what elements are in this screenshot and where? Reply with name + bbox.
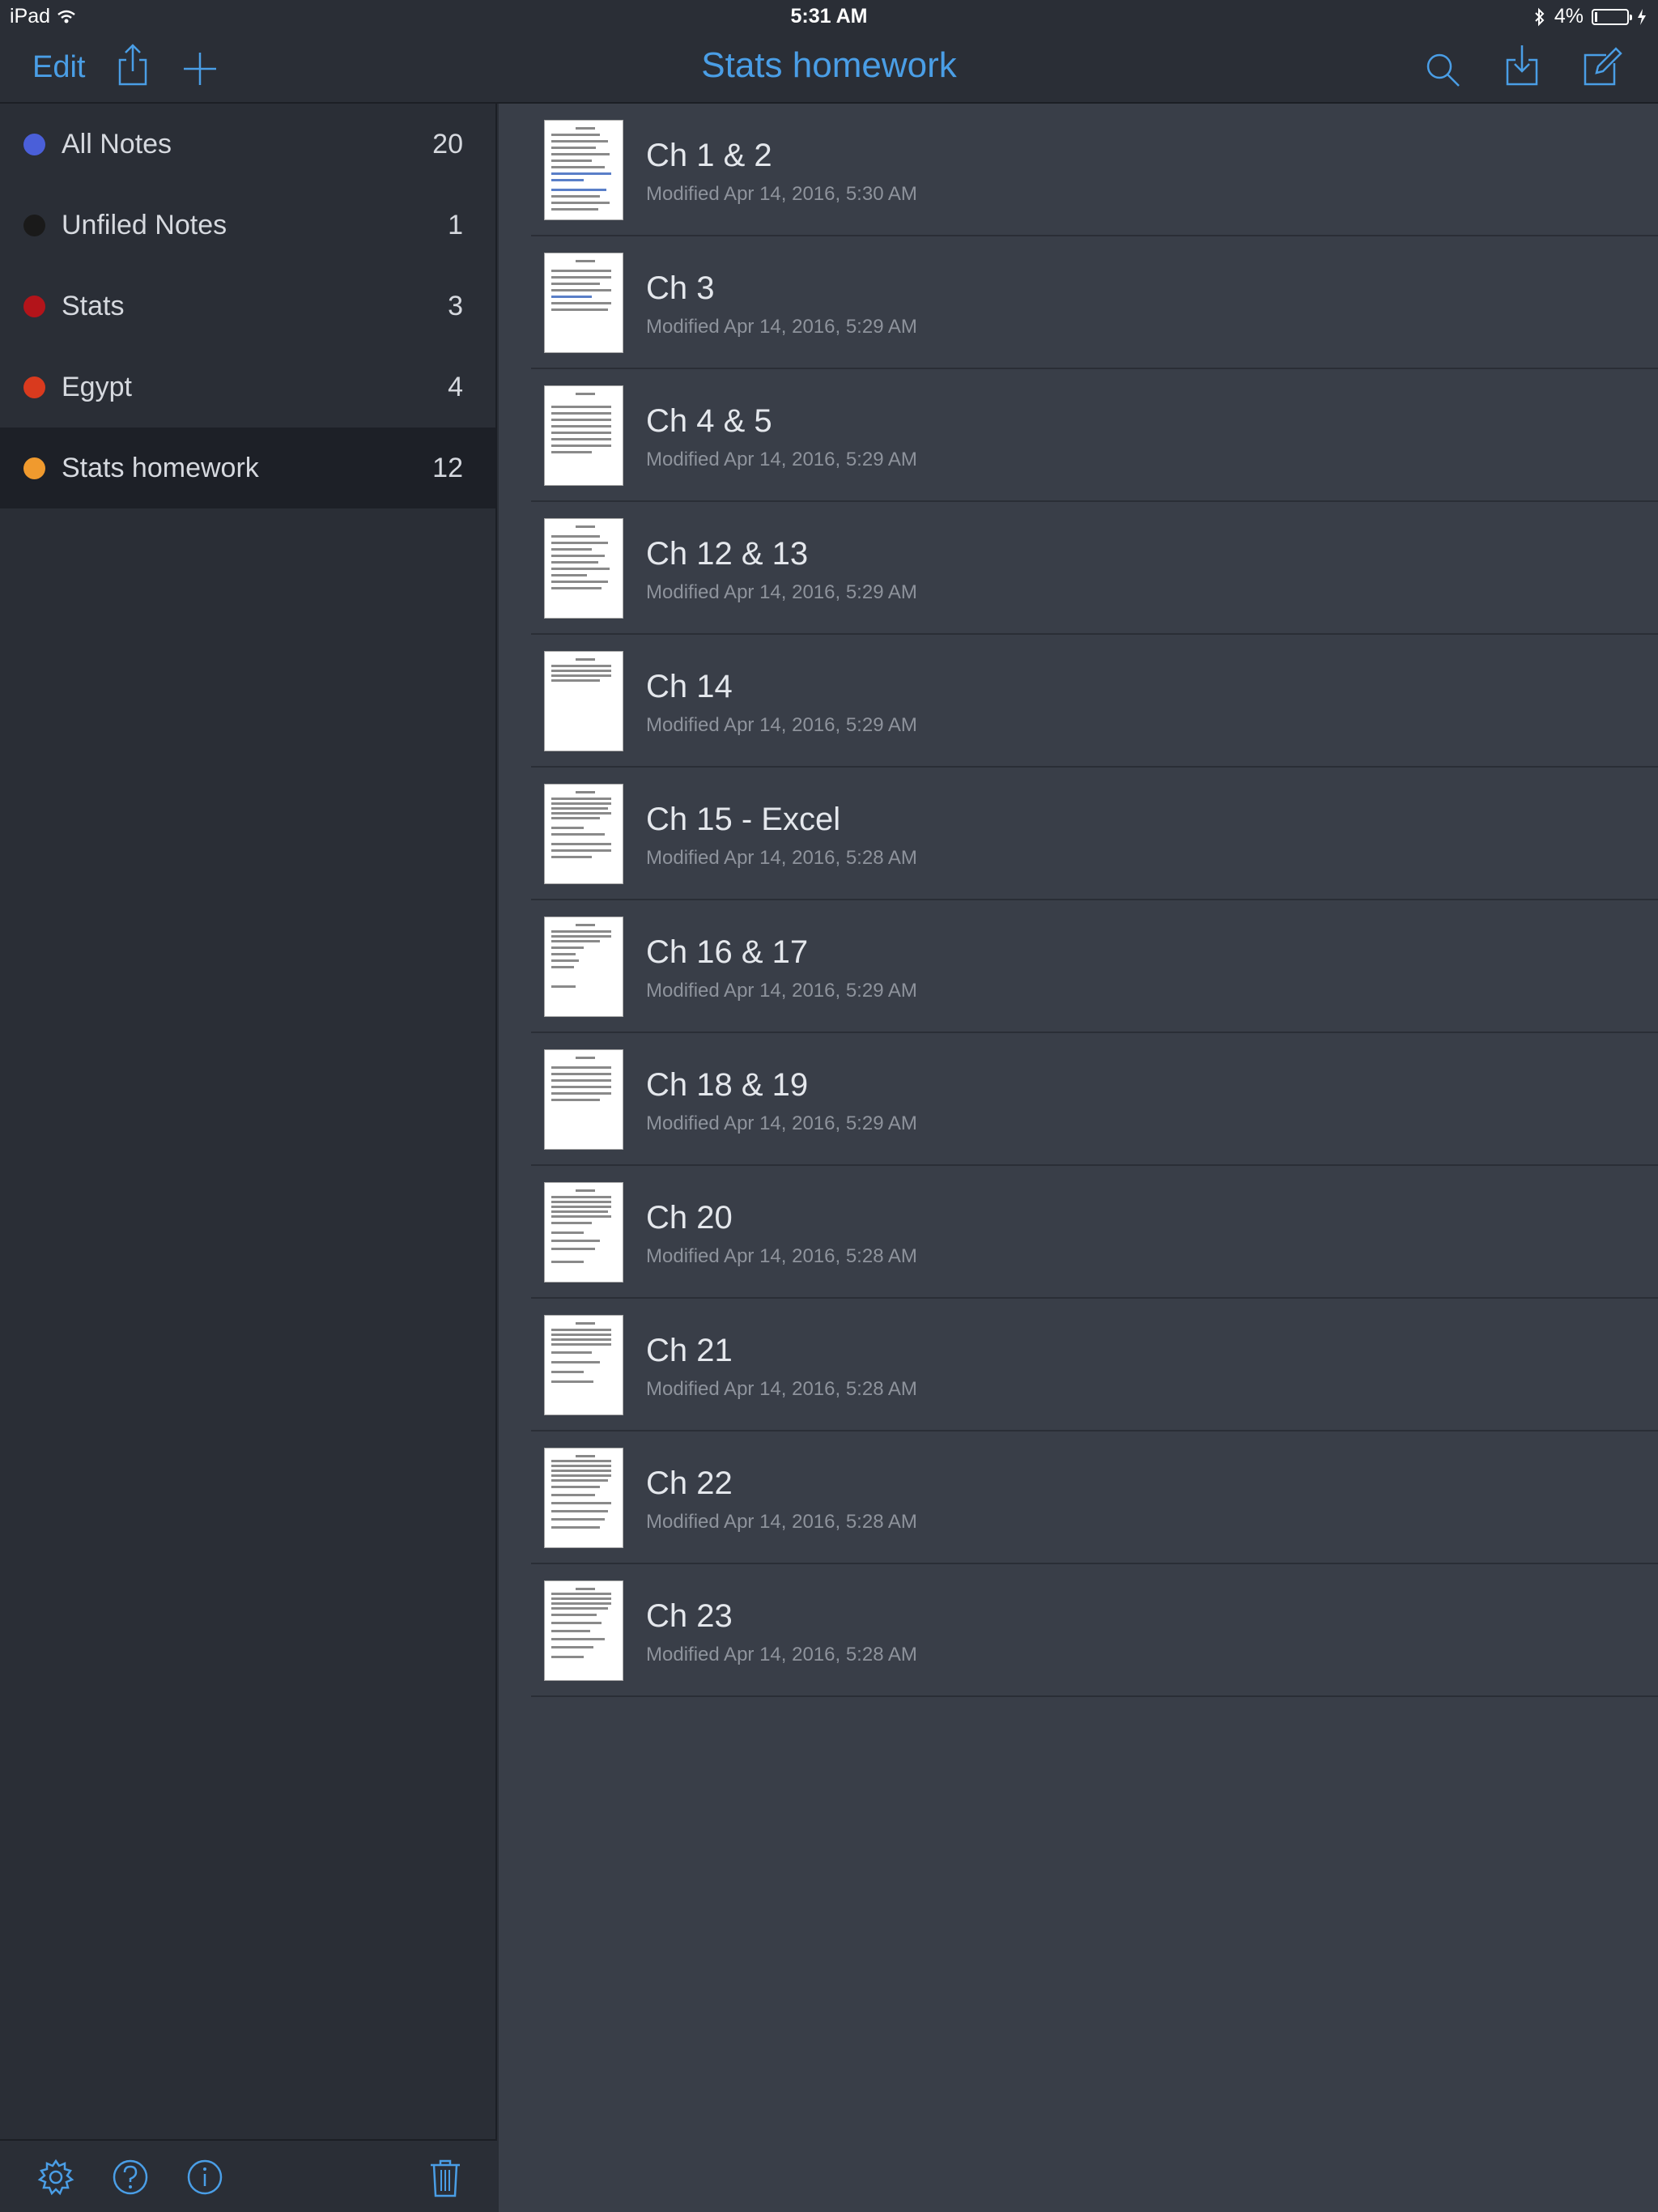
note-title: Ch 15 - Excel [646,802,841,837]
note-row[interactable]: Ch 20 Modified Apr 14, 2016, 5:28 AM [531,1166,1658,1299]
note-modified-date: Modified Apr 14, 2016, 5:29 AM [646,316,917,338]
note-row[interactable]: Ch 23 Modified Apr 14, 2016, 5:28 AM [531,1564,1658,1697]
compose-icon [1584,47,1622,86]
help-icon [113,2159,148,2195]
search-icon [1426,53,1460,87]
folder-color-dot [23,457,45,479]
note-row[interactable]: Ch 21 Modified Apr 14, 2016, 5:28 AM [531,1299,1658,1431]
navigation-bar: Edit Stats homework [0,34,1658,104]
note-thumbnail [544,1448,623,1548]
import-button[interactable] [1504,44,1540,86]
note-title: Ch 20 [646,1200,733,1236]
page-title: Stats homework [701,45,957,85]
note-modified-date: Modified Apr 14, 2016, 5:29 AM [646,980,917,1002]
trash-icon [431,2159,460,2197]
note-thumbnail [544,917,623,1017]
status-time: 5:31 AM [790,5,868,28]
note-thumbnail [544,1049,623,1150]
note-row[interactable]: Ch 1 & 2 Modified Apr 14, 2016, 5:30 AM [531,104,1658,236]
note-title: Ch 3 [646,270,715,306]
note-modified-date: Modified Apr 14, 2016, 5:28 AM [646,1644,917,1665]
note-row[interactable]: Ch 22 Modified Apr 14, 2016, 5:28 AM [531,1431,1658,1564]
status-bar: iPad 5:31 AM 4% [0,0,1658,34]
note-title: Ch 16 & 17 [646,934,809,970]
folder-name: Stats homework [62,452,259,483]
settings-button[interactable] [37,2159,74,2200]
sidebar-item-egypt[interactable]: Egypt 4 [0,347,495,428]
note-modified-date: Modified Apr 14, 2016, 5:29 AM [646,714,917,736]
note-title: Ch 23 [646,1598,733,1634]
note-thumbnail [544,120,623,220]
note-thumbnail [544,784,623,884]
note-thumbnail [544,1182,623,1283]
note-thumbnail [544,1315,623,1415]
folder-count: 20 [432,128,463,160]
folder-color-dot [23,376,45,398]
note-modified-date: Modified Apr 14, 2016, 5:28 AM [646,1511,917,1533]
folder-color-dot [23,214,45,236]
note-row[interactable]: Ch 12 & 13 Modified Apr 14, 2016, 5:29 AM [531,502,1658,635]
folder-name: All Notes [62,128,172,160]
settings-icon [37,2159,74,2196]
note-row[interactable]: Ch 16 & 17 Modified Apr 14, 2016, 5:29 AM [531,900,1658,1033]
folder-count: 12 [432,452,463,483]
note-title: Ch 1 & 2 [646,138,772,173]
info-button[interactable] [186,2159,223,2200]
folder-name: Stats [62,290,125,321]
folder-name: Egypt [62,371,132,402]
status-right: 4% [1533,5,1647,28]
charging-icon [1638,8,1646,25]
folder-name: Unfiled Notes [62,209,227,240]
battery-percent: 4% [1554,5,1584,28]
note-row[interactable]: Ch 14 Modified Apr 14, 2016, 5:29 AM [531,635,1658,768]
note-thumbnail [544,518,623,619]
info-icon [187,2159,223,2195]
help-button[interactable] [112,2159,149,2200]
folder-color-dot [23,133,45,155]
note-title: Ch 4 & 5 [646,403,772,439]
sidebar-item-all-notes[interactable]: All Notes 20 [0,104,495,185]
import-icon [1506,45,1538,86]
note-thumbnail [544,253,623,353]
sidebar: All Notes 20 Unfiled Notes 1 Stats 3 Egypt 4 Sta… [0,104,497,2212]
folder-count: 3 [448,290,463,321]
sidebar-toolbar [0,2139,497,2212]
folder-count: 1 [448,209,463,240]
trash-button[interactable] [429,2159,461,2201]
note-row[interactable]: Ch 3 Modified Apr 14, 2016, 5:29 AM [531,236,1658,369]
note-modified-date: Modified Apr 14, 2016, 5:28 AM [646,1378,917,1400]
note-row[interactable]: Ch 4 & 5 Modified Apr 14, 2016, 5:29 AM [531,369,1658,502]
compose-button[interactable] [1582,47,1622,87]
search-button[interactable] [1425,52,1460,87]
note-thumbnail [544,1580,623,1681]
folder-color-dot [23,295,45,317]
folder-list: All Notes 20 Unfiled Notes 1 Stats 3 Egypt 4 Sta… [0,104,495,508]
folder-count: 4 [448,371,463,402]
battery-icon [1592,8,1632,25]
note-thumbnail [544,385,623,486]
notes-list: Ch 1 & 2 Modified Apr 14, 2016, 5:30 AM Ch… [499,104,1658,2212]
note-modified-date: Modified Apr 14, 2016, 5:29 AM [646,581,917,603]
bluetooth-icon [1535,7,1545,26]
note-modified-date: Modified Apr 14, 2016, 5:29 AM [646,449,917,470]
note-row[interactable]: Ch 18 & 19 Modified Apr 14, 2016, 5:29 AM [531,1033,1658,1166]
note-modified-date: Modified Apr 14, 2016, 5:30 AM [646,183,917,205]
note-row[interactable]: Ch 15 - Excel Modified Apr 14, 2016, 5:28… [531,768,1658,900]
note-modified-date: Modified Apr 14, 2016, 5:29 AM [646,1112,917,1134]
note-modified-date: Modified Apr 14, 2016, 5:28 AM [646,847,917,869]
note-title: Ch 21 [646,1333,733,1368]
note-title: Ch 12 & 13 [646,536,809,572]
note-modified-date: Modified Apr 14, 2016, 5:28 AM [646,1245,917,1267]
sidebar-item-stats[interactable]: Stats 3 [0,266,495,347]
note-title: Ch 18 & 19 [646,1067,809,1103]
sidebar-item-unfiled-notes[interactable]: Unfiled Notes 1 [0,185,495,266]
note-title: Ch 14 [646,669,733,704]
note-title: Ch 22 [646,1465,733,1501]
sidebar-item-stats-homework[interactable]: Stats homework 12 [0,428,495,508]
note-thumbnail [544,651,623,751]
